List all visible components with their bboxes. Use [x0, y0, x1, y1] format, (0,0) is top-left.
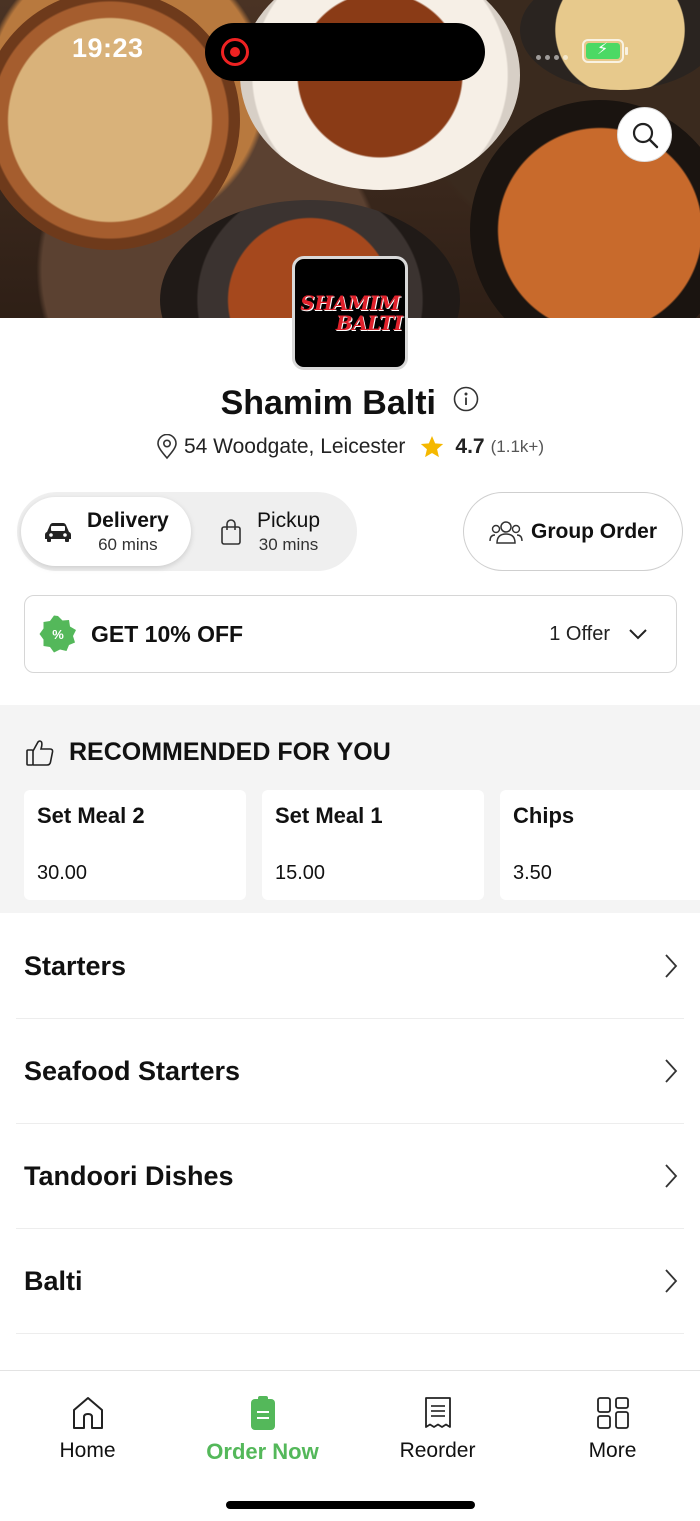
recommended-card[interactable]: Set Meal 2 30.00	[24, 790, 246, 900]
restaurant-logo: SHAMIM BALTI	[292, 256, 408, 370]
group-order-button[interactable]: Group Order	[463, 492, 683, 571]
order-icon	[250, 1396, 275, 1430]
svg-text:%: %	[52, 627, 64, 642]
menu-categories: Starters Seafood Starters Tandoori Dishe…	[16, 914, 684, 1334]
recommended-carousel[interactable]: Set Meal 2 30.00 Set Meal 1 15.00 Chips …	[24, 790, 700, 900]
star-icon	[421, 435, 444, 458]
chevron-right-icon	[665, 1164, 678, 1188]
chevron-right-icon	[665, 1269, 678, 1293]
nav-label: Order Now	[206, 1439, 319, 1464]
nav-label: Home	[59, 1439, 116, 1462]
dynamic-island	[205, 23, 485, 81]
category-tandoori-dishes[interactable]: Tandoori Dishes	[16, 1124, 684, 1229]
home-icon	[72, 1397, 103, 1429]
recommended-card[interactable]: Set Meal 1 15.00	[262, 790, 484, 900]
rating-count: (1.1k+)	[490, 437, 545, 456]
order-mode-toggle: Delivery 60 mins Pickup 30 mins	[17, 492, 357, 571]
recommended-section: RECOMMENDED FOR YOU Set Meal 2 30.00 Set…	[0, 705, 700, 913]
info-icon[interactable]	[453, 382, 479, 421]
grid-icon	[596, 1397, 629, 1429]
offer-count: 1 Offer	[549, 622, 610, 645]
offer-title: GET 10% OFF	[91, 620, 244, 647]
offer-banner[interactable]: % GET 10% OFF 1 Offer	[24, 595, 677, 673]
nav-order-now[interactable]: Order Now	[175, 1395, 350, 1465]
restaurant-name: Shamim Balti	[220, 384, 436, 422]
category-balti[interactable]: Balti	[16, 1229, 684, 1334]
recommended-title: RECOMMENDED FOR YOU	[69, 738, 391, 766]
thumbs-up-icon	[26, 739, 54, 766]
search-icon	[632, 122, 658, 148]
category-label: Balti	[24, 1265, 83, 1296]
item-price: 15.00	[275, 862, 326, 884]
status-time: 19:23	[72, 33, 144, 63]
group-icon	[489, 520, 523, 544]
pickup-time: 30 mins	[258, 534, 319, 554]
pickup-option[interactable]: Pickup 30 mins	[213, 497, 353, 566]
shopping-bag-icon	[221, 518, 241, 545]
chevron-down-icon	[629, 629, 647, 640]
recording-icon	[221, 38, 249, 66]
category-label: Seafood Starters	[24, 1055, 241, 1086]
category-seafood-starters[interactable]: Seafood Starters	[16, 1019, 684, 1124]
restaurant-title: Shamim Balti	[0, 384, 700, 425]
car-icon	[45, 522, 71, 542]
category-label: Starters	[24, 950, 127, 981]
rating-value: 4.7	[455, 435, 485, 458]
discount-badge-icon: %	[39, 615, 76, 653]
nav-more[interactable]: More	[525, 1395, 700, 1463]
bottom-navigation: Home Order Now Reorder More	[0, 1370, 700, 1521]
item-price: 30.00	[37, 862, 88, 884]
chevron-right-icon	[665, 954, 678, 978]
nav-home[interactable]: Home	[0, 1395, 175, 1463]
delivery-time: 60 mins	[98, 534, 158, 554]
group-order-label: Group Order	[530, 519, 657, 543]
item-name: Chips	[513, 803, 575, 828]
logo-text: BALTI	[335, 311, 403, 335]
delivery-option[interactable]: Delivery 60 mins	[21, 497, 191, 566]
nav-label: Reorder	[399, 1439, 476, 1462]
address-row: 54 Woodgate, Leicester 4.7 (1.1k+)	[0, 434, 700, 460]
chevron-right-icon	[665, 1059, 678, 1083]
item-name: Set Meal 2	[37, 803, 145, 828]
delivery-label: Delivery	[87, 508, 169, 532]
signal-icon	[536, 55, 568, 60]
battery-icon	[582, 39, 628, 63]
home-indicator	[226, 1501, 475, 1509]
recommended-card[interactable]: Chips 3.50	[500, 790, 700, 900]
category-label: Tandoori Dishes	[24, 1160, 234, 1191]
item-name: Set Meal 1	[275, 803, 383, 828]
location-pin-icon	[157, 434, 177, 460]
nav-reorder[interactable]: Reorder	[350, 1395, 525, 1463]
nav-label: More	[588, 1439, 637, 1462]
search-button[interactable]	[617, 107, 672, 162]
pickup-label: Pickup	[257, 508, 321, 532]
receipt-icon	[424, 1397, 451, 1428]
recommended-heading: RECOMMENDED FOR YOU	[25, 738, 391, 767]
restaurant-address: 54 Woodgate, Leicester	[183, 435, 406, 458]
item-price: 3.50	[513, 862, 552, 884]
logo-text: SHAMIM	[300, 291, 400, 315]
category-starters[interactable]: Starters	[16, 914, 684, 1019]
